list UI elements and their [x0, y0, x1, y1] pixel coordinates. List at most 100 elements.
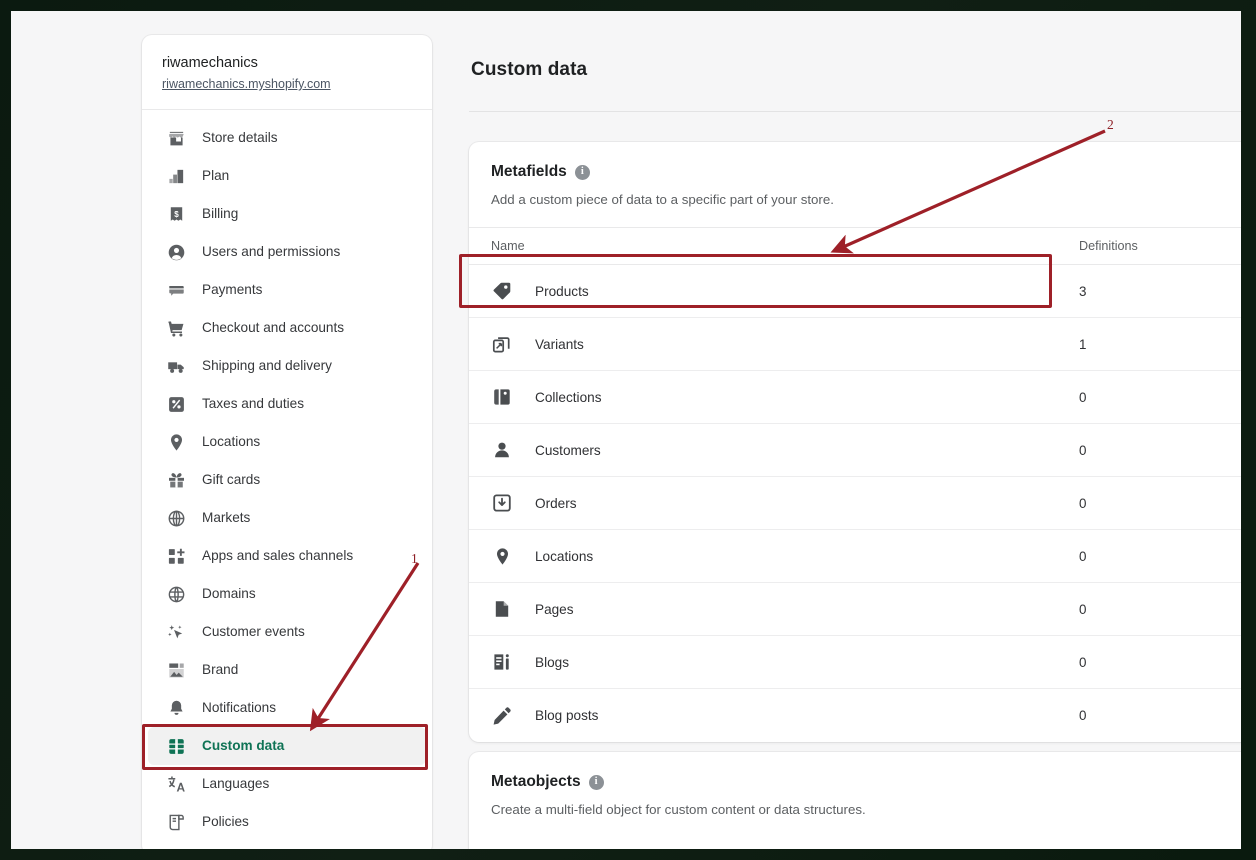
table-row[interactable]: Collections 0 [469, 371, 1241, 424]
globe-domain-icon [166, 584, 186, 604]
sidebar-item-label: Domains [202, 586, 256, 601]
row-name: Locations [535, 548, 594, 564]
sidebar-item-label: Gift cards [202, 472, 261, 487]
sidebar-item-label: Customer events [202, 624, 305, 639]
sidebar-item-label: Checkout and accounts [202, 320, 345, 335]
plan-icon [166, 166, 186, 186]
table-row[interactable]: Customers 0 [469, 424, 1241, 477]
metafields-title: Metafields [491, 163, 567, 180]
sidebar-item-plan[interactable]: Plan [148, 157, 426, 195]
row-name: Variants [535, 336, 584, 352]
bell-icon [166, 698, 186, 718]
svg-text:$: $ [174, 209, 179, 218]
table-row[interactable]: Locations 0 [469, 530, 1241, 583]
settings-nav-list: Store details Plan $ Billing Users and permi… [142, 110, 432, 849]
sidebar-item-notifications[interactable]: Notifications [148, 689, 426, 727]
sidebar-item-label: Apps and sales channels [202, 548, 354, 563]
browser-viewport: riwamechanics riwamechanics.myshopify.co… [11, 11, 1241, 849]
metafields-card-header: Metafields i Add a custom piece of data … [469, 142, 1241, 209]
sidebar-item-custom-data[interactable]: Custom data [148, 727, 426, 765]
sidebar-item-gift-cards[interactable]: Gift cards [148, 461, 426, 499]
row-definitions-count: 3 [1079, 283, 1087, 299]
row-name: Collections [535, 389, 602, 405]
metaobjects-subtitle: Create a multi-field object for custom c… [491, 802, 866, 817]
custom-data-icon [166, 736, 186, 756]
sidebar-item-locations[interactable]: Locations [148, 423, 426, 461]
metafields-table-header: Name Definitions [469, 227, 1241, 265]
sidebar-item-customer-events[interactable]: Customer events [148, 613, 426, 651]
sidebar-item-store-details[interactable]: Store details [148, 119, 426, 157]
sidebar-item-label: Payments [202, 282, 263, 297]
sidebar-item-label: Languages [202, 776, 270, 791]
location-pin-icon [491, 545, 513, 567]
sidebar-item-label: Locations [202, 434, 261, 449]
location-pin-icon [166, 432, 186, 452]
sidebar-item-brand[interactable]: Brand [148, 651, 426, 689]
shopping-cart-icon [166, 318, 186, 338]
languages-translate-icon [166, 774, 186, 794]
delivery-truck-icon [166, 356, 186, 376]
store-url-link[interactable]: riwamechanics.myshopify.com [162, 76, 412, 93]
store-icon [166, 128, 186, 148]
sidebar-item-apps-and-sales-channels[interactable]: Apps and sales channels [148, 537, 426, 575]
collection-icon [491, 386, 513, 408]
sidebar-item-label: Custom data [202, 738, 285, 753]
row-name: Products [535, 283, 589, 299]
sidebar-item-label: Plan [202, 168, 230, 183]
row-name: Blog posts [535, 708, 599, 723]
row-definitions-count: 0 [1079, 601, 1087, 617]
row-definitions-count: 0 [1079, 495, 1087, 511]
sidebar-item-label: Users and permissions [202, 244, 341, 259]
metafields-subtitle: Add a custom piece of data to a specific… [491, 192, 834, 207]
metaobjects-title: Metaobjects [491, 773, 581, 790]
metafields-table-body: Products 3 Variants 1 Collections 0 Customers 0… [469, 265, 1241, 742]
variants-icon [491, 333, 513, 355]
sidebar-item-policies[interactable]: Policies [148, 803, 426, 841]
sidebar-item-label: Markets [202, 510, 251, 525]
metaobjects-card-header: Metaobjects i Create a multi-field objec… [469, 752, 1241, 819]
cursor-sparkle-icon [166, 622, 186, 642]
info-icon[interactable]: i [588, 774, 604, 790]
sidebar-item-taxes-and-duties[interactable]: Taxes and duties [148, 385, 426, 423]
sidebar-item-users-and-permissions[interactable]: Users and permissions [148, 233, 426, 271]
table-row[interactable]: Products 3 [469, 265, 1241, 318]
row-definitions-count: 0 [1079, 442, 1087, 458]
column-header-name: Name [491, 239, 525, 253]
sidebar-item-label: Store details [202, 130, 278, 145]
customer-icon [491, 439, 513, 461]
main-content: Custom data Metafields i Add a custom pi… [451, 11, 1241, 849]
metaobjects-card: Metaobjects i Create a multi-field objec… [469, 752, 1241, 849]
sidebar-item-label: Shipping and delivery [202, 358, 332, 373]
settings-sidebar: riwamechanics riwamechanics.myshopify.co… [142, 35, 432, 849]
table-row[interactable]: Pages 0 [469, 583, 1241, 636]
globe-markets-icon [166, 508, 186, 528]
blog-icon [491, 651, 513, 673]
row-name: Orders [535, 495, 577, 511]
row-name: Customers [535, 442, 601, 458]
table-row[interactable]: Blogs 0 [469, 636, 1241, 689]
row-definitions-count: 0 [1079, 548, 1087, 564]
sidebar-item-billing[interactable]: $ Billing [148, 195, 426, 233]
sidebar-item-languages[interactable]: Languages [148, 765, 426, 803]
sidebar-item-label: Brand [202, 662, 239, 677]
store-header: riwamechanics riwamechanics.myshopify.co… [142, 35, 432, 110]
product-tag-icon [491, 280, 513, 302]
apps-grid-plus-icon [166, 546, 186, 566]
row-name: Pages [535, 601, 574, 617]
sidebar-item-checkout-and-accounts[interactable]: Checkout and accounts [148, 309, 426, 347]
sidebar-item-markets[interactable]: Markets [148, 499, 426, 537]
row-definitions-count: 0 [1079, 654, 1087, 670]
table-row[interactable]: Variants 1 [469, 318, 1241, 371]
sidebar-item-shipping-and-delivery[interactable]: Shipping and delivery [148, 347, 426, 385]
sidebar-item-domains[interactable]: Domains [148, 575, 426, 613]
sidebar-item-label: Billing [202, 206, 239, 221]
sidebar-item-payments[interactable]: Payments [148, 271, 426, 309]
info-icon[interactable]: i [574, 164, 590, 180]
header-divider [469, 111, 1241, 112]
screenshot-frame: riwamechanics riwamechanics.myshopify.co… [0, 0, 1256, 860]
sidebar-item-label: Policies [202, 814, 249, 829]
table-row[interactable]: Blog posts 0 [469, 689, 1241, 742]
order-inbox-icon [491, 492, 513, 514]
sidebar-item-label: Taxes and duties [202, 396, 305, 411]
table-row[interactable]: Orders 0 [469, 477, 1241, 530]
